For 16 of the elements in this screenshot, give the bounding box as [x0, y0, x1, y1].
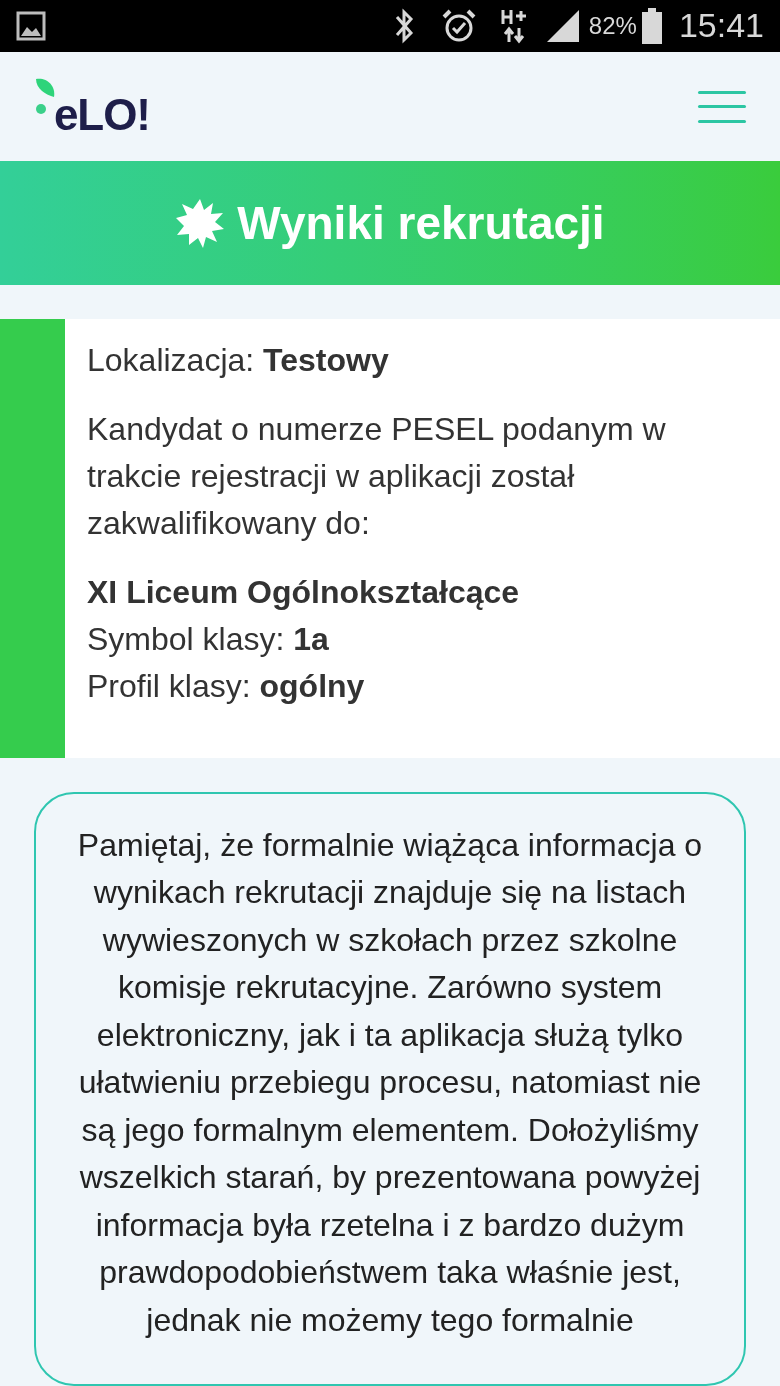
location-text: Lokalizacja: Testowy [87, 341, 390, 381]
clock: 15:41 [678, 5, 764, 47]
class-profile: Profil klasy: ogólny [87, 667, 366, 707]
page-title: Wyniki rekrutacji [237, 195, 605, 251]
battery-percentage: 82% [588, 10, 637, 41]
starburst-icon [175, 198, 226, 249]
battery-icon [640, 7, 663, 44]
logo[interactable]: eLO! [32, 76, 150, 137]
alarm-clock-icon [440, 7, 477, 44]
notice-text: Pamiętaj, że formalnie wiążąca informacja o wynikach rekrutacji znajduje się na listach wywieszonych w szkołach przez szkolne komisje rekrutacyjne. Zarówno system elektroniczny, jak i ta aplikacja służą tylko ułatwieniu przebiegu procesu, natomiast nie są jego formalnym elementem. Dołożyliśmy wszelkich starań, by prezentowana powyżej informacja była rzetelna i z bardzo dużym prawdopodobieństwem taka właśnie jest, jednak nie możemy tego formalnie [76, 825, 704, 1340]
menu-button[interactable] [698, 88, 746, 125]
school-name: XI Liceum Ogólnokształcące [87, 573, 521, 613]
image-notification-icon [16, 10, 46, 41]
mobile-data-icon [500, 7, 529, 44]
qualification-message: Kandydat o numerze PESEL podanym w trakcie rejestracji w aplikacji został zakwalifikowany do: [87, 410, 667, 544]
class-symbol: Symbol klasy: 1a [87, 620, 330, 660]
